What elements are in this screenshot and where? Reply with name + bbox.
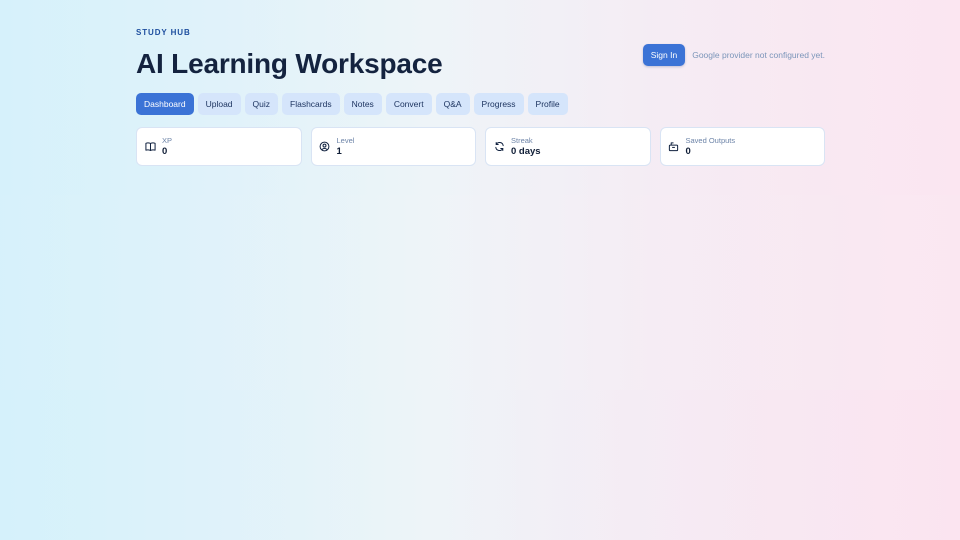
auth-status-note: Google provider not configured yet. bbox=[692, 50, 825, 60]
tab-qa[interactable]: Q&A bbox=[435, 93, 470, 115]
stat-value: 1 bbox=[336, 146, 342, 157]
tab-flashcards[interactable]: Flashcards bbox=[282, 93, 340, 115]
stat-value: 0 bbox=[162, 146, 168, 157]
stats-row: XP 0 Level 1 Streak 0 days Saved Outputs… bbox=[136, 127, 825, 166]
user-circle-icon bbox=[319, 141, 331, 153]
tab-notes[interactable]: Notes bbox=[343, 93, 382, 115]
book-icon bbox=[144, 141, 156, 153]
refresh-icon bbox=[493, 141, 505, 153]
tab-upload[interactable]: Upload bbox=[197, 93, 241, 115]
archive-icon bbox=[668, 141, 680, 153]
main-nav-tabs: Dashboard Upload Quiz Flashcards Notes C… bbox=[136, 93, 568, 115]
stat-card-saved-outputs: Saved Outputs 0 bbox=[659, 127, 825, 166]
tab-dashboard[interactable]: Dashboard bbox=[136, 93, 194, 115]
stat-value: 0 bbox=[685, 146, 691, 157]
tab-convert[interactable]: Convert bbox=[385, 93, 432, 115]
tab-profile[interactable]: Profile bbox=[527, 93, 568, 115]
stat-label: Saved Outputs bbox=[685, 136, 736, 145]
stat-card-level: Level 1 bbox=[310, 127, 476, 166]
stat-label: XP bbox=[162, 136, 173, 145]
stat-card-xp: XP 0 bbox=[136, 127, 302, 166]
sign-in-button[interactable]: Sign In bbox=[642, 44, 686, 66]
page-title: AI Learning Workspace bbox=[136, 48, 443, 79]
tab-quiz[interactable]: Quiz bbox=[244, 93, 279, 115]
stat-label: Streak bbox=[511, 136, 533, 145]
tab-progress[interactable]: Progress bbox=[473, 93, 524, 115]
stat-value: 0 days bbox=[511, 146, 541, 157]
stat-label: Level bbox=[336, 136, 355, 145]
auth-area: Sign In Google provider not configured y… bbox=[642, 44, 825, 66]
stat-card-streak: Streak 0 days bbox=[485, 127, 651, 166]
app-eyebrow: STUDY HUB bbox=[136, 28, 191, 37]
main-container: STUDY HUB AI Learning Workspace Sign In … bbox=[136, 0, 825, 540]
